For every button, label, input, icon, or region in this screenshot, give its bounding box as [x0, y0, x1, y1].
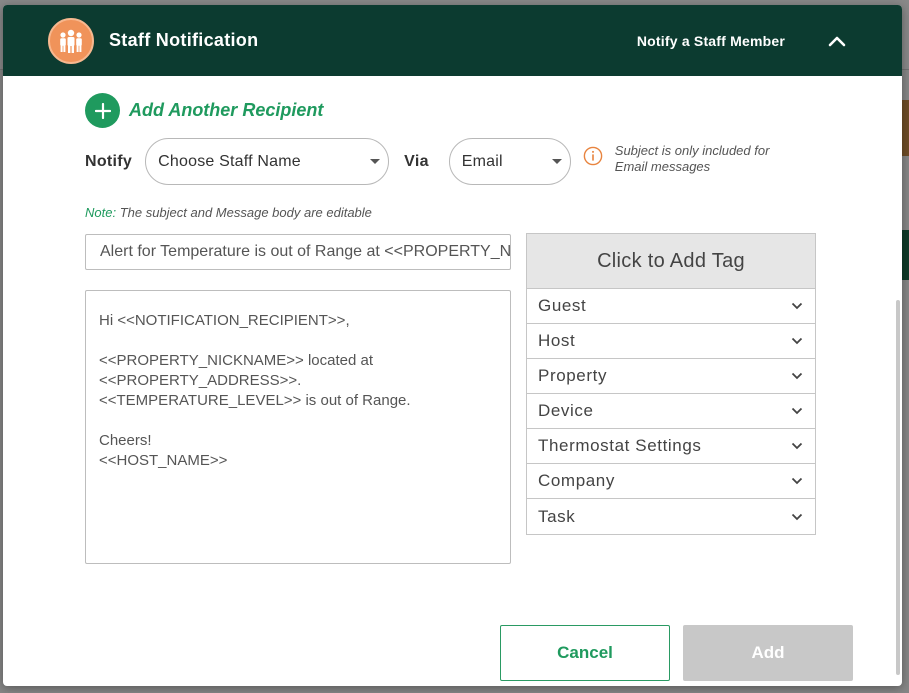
tag-category-guest[interactable]: Guest — [527, 289, 815, 324]
message-line: Cheers! — [99, 432, 152, 449]
message-line — [99, 331, 497, 351]
tag-category-label: Company — [538, 471, 615, 490]
plus-icon — [85, 93, 120, 128]
message-line — [99, 411, 497, 431]
tag-category-label: Property — [538, 366, 608, 385]
add-recipient-label: Add Another Recipient — [129, 100, 324, 120]
message-line: <<HOST_NAME>> — [99, 452, 228, 469]
subject-input-value: Alert for Temperature is out of Range at… — [100, 243, 511, 260]
add-recipient-button[interactable]: Add Another Recipient — [85, 93, 323, 128]
tag-category-task[interactable]: Task — [527, 499, 815, 534]
tag-panel: Click to Add Tag Guest Host Property Dev… — [526, 233, 816, 535]
tag-category-label: Thermostat Settings — [538, 436, 702, 455]
tag-category-label: Device — [538, 401, 594, 420]
message-line: Hi <<NOTIFICATION_RECIPIENT>>, — [99, 312, 350, 329]
dialog-subtitle: Notify a Staff Member — [636, 32, 785, 49]
tag-category-label: Task — [538, 506, 576, 526]
tag-category-label: Host — [538, 331, 576, 350]
tag-category-company[interactable]: Company — [527, 464, 815, 499]
staff-notification-dialog: Staff Notification Notify a Staff Member… — [3, 5, 902, 686]
note-label: Note: — [85, 205, 117, 220]
scrollbar[interactable] — [896, 300, 900, 675]
cancel-button[interactable]: Cancel — [500, 625, 670, 681]
message-line: <<PROPERTY_NICKNAME>> located at <<PROPE… — [99, 352, 411, 409]
tag-category-property[interactable]: Property — [527, 359, 815, 394]
editable-note: Note: The subject and Message body are e… — [85, 205, 372, 220]
tag-category-host[interactable]: Host — [527, 324, 815, 359]
info-icon — [583, 146, 603, 166]
chevron-down-icon — [791, 513, 803, 520]
tag-category-label: Guest — [538, 296, 587, 315]
add-button[interactable]: Add — [683, 625, 853, 681]
chevron-down-icon — [791, 302, 803, 310]
chevron-up-icon — [828, 36, 846, 46]
tag-category-thermostat-settings[interactable]: Thermostat Settings — [527, 429, 815, 464]
chevron-down-icon — [791, 407, 803, 415]
via-channel-select[interactable]: Email — [448, 138, 571, 185]
chevron-down-icon — [791, 442, 803, 450]
dialog-header: Staff Notification Notify a Staff Member — [3, 5, 902, 76]
chevron-down-icon — [791, 477, 803, 485]
staff-name-select[interactable]: Choose Staff Name — [145, 138, 390, 185]
subject-input[interactable]: Alert for Temperature is out of Range at… — [85, 234, 511, 270]
add-tag-header[interactable]: Click to Add Tag — [527, 234, 815, 289]
chevron-down-icon — [791, 372, 803, 380]
staff-name-select-value: Choose Staff Name — [158, 152, 301, 170]
subject-info-text: Subject is only included for Email messa… — [614, 143, 770, 174]
dropdown-caret-icon — [370, 159, 381, 164]
dropdown-caret-icon — [551, 159, 562, 164]
collapse-button[interactable] — [825, 29, 849, 53]
staff-group-icon — [48, 17, 94, 64]
dialog-title: Staff Notification — [109, 30, 259, 50]
message-body-textarea[interactable]: Hi <<NOTIFICATION_RECIPIENT>>, <<PROPERT… — [85, 290, 511, 564]
notify-row: Notify Choose Staff Name Via Email Subje… — [85, 138, 805, 185]
via-channel-select-value: Email — [461, 152, 503, 170]
note-text: The subject and Message body are editabl… — [116, 205, 372, 220]
tag-category-device[interactable]: Device — [527, 394, 815, 429]
notify-label: Notify — [85, 152, 133, 170]
via-label: Via — [404, 152, 429, 170]
chevron-down-icon — [791, 337, 803, 345]
